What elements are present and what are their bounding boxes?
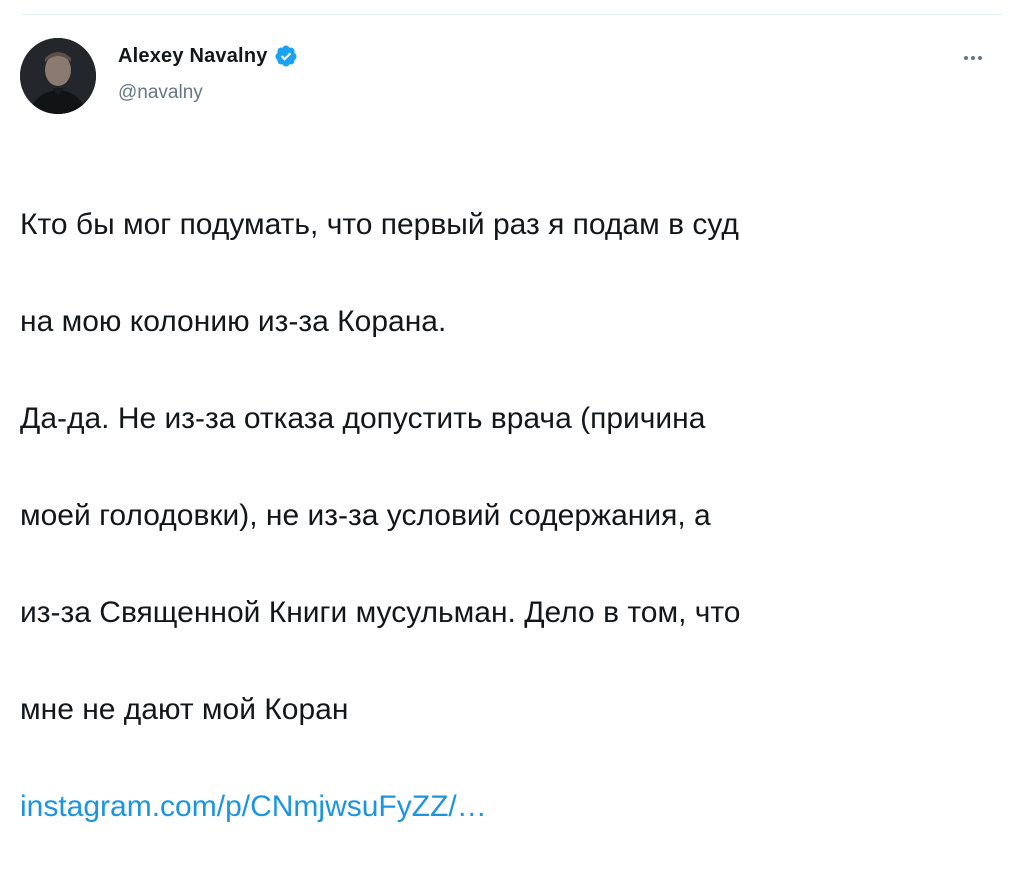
author-handle[interactable]: @navalny [118,82,203,104]
tweet-top-divider [22,14,1002,15]
author-name-row: Alexey Navalny [118,44,298,68]
instagram-link[interactable]: instagram.com/p/CNmjwsuFyZZ/… [20,783,1010,832]
profile-photo-icon [20,38,96,114]
tweet-body: Кто бы мог подумать, что первый раз я по… [20,152,1010,880]
verified-badge-icon [274,44,298,68]
tweet-text-line: Кто бы мог подумать, что первый раз я по… [20,207,739,241]
author-display-name[interactable]: Alexey Navalny [118,45,268,68]
author-avatar[interactable] [20,38,96,114]
more-options-ellipsis-icon[interactable] [956,50,990,66]
tweet-text-line: из-за Священной Книги мусульман. Дело в … [20,595,741,629]
tweet-text-line: Да-да. Не из-за отказа допустить врача (… [20,401,706,435]
tweet-text-line: на мою колонию из-за Корана. [20,304,447,338]
tweet-text-line: мне не дают мой Коран [20,692,349,726]
tweet-text-line: моей голодовки), не из-за условий содерж… [20,498,711,532]
